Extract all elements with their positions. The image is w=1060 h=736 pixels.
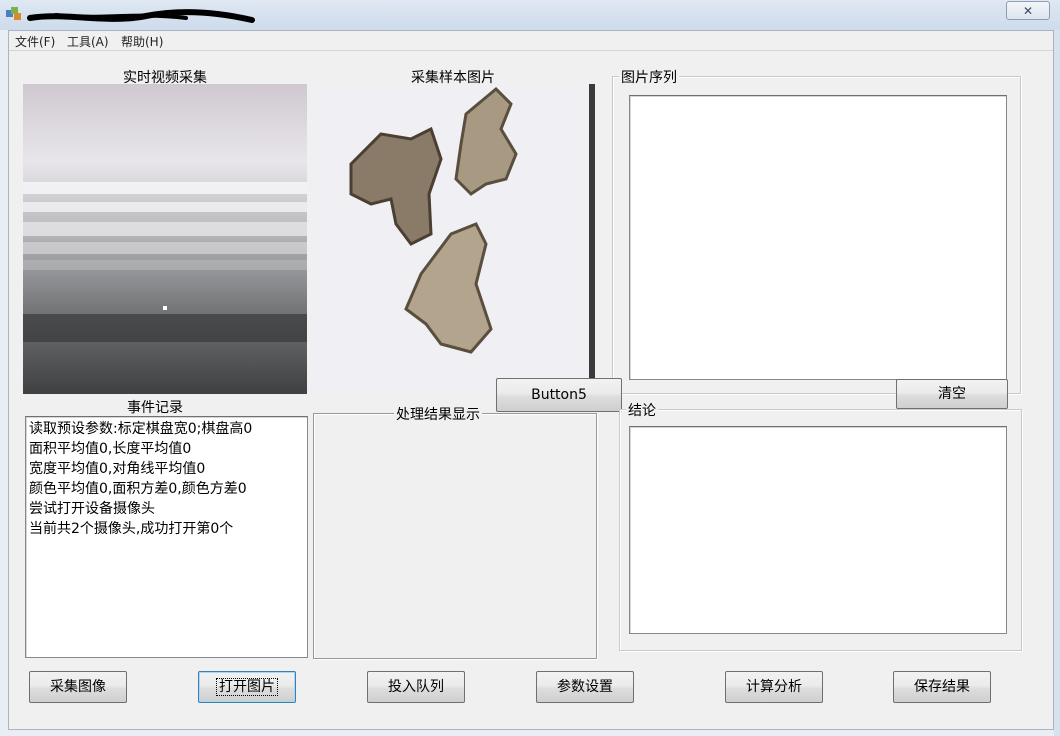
- save-button[interactable]: 保存结果: [893, 671, 991, 703]
- settings-button-label: 参数设置: [557, 679, 613, 695]
- window-edge: [1054, 30, 1060, 736]
- event-log-list[interactable]: 读取预设参数:标定棋盘宽0;棋盘高0 面积平均值0,长度平均值0 宽度平均值0,…: [25, 416, 308, 658]
- log-line: 读取预设参数:标定棋盘宽0;棋盘高0: [29, 421, 253, 437]
- clear-button-label: 清空: [938, 386, 966, 402]
- app-icon: [6, 7, 21, 20]
- close-icon: ✕: [1022, 4, 1034, 18]
- menu-bar: 文件(F) 工具(A) 帮助(H): [9, 31, 1053, 51]
- log-line: 当前共2个摄像头,成功打开第0个: [29, 521, 234, 537]
- enqueue-button[interactable]: 投入队列: [367, 671, 465, 703]
- open-image-button[interactable]: 打开图片: [198, 671, 296, 703]
- title-bar: ✕: [0, 0, 1060, 30]
- live-video-feed: [23, 84, 307, 394]
- save-button-label: 保存结果: [914, 679, 970, 695]
- analyze-button[interactable]: 计算分析: [725, 671, 823, 703]
- log-line: 尝试打开设备摄像头: [29, 501, 155, 517]
- log-line: 颜色平均值0,面积方差0,颜色方差0: [29, 481, 247, 497]
- close-button[interactable]: ✕: [1006, 1, 1050, 20]
- event-log-label: 事件记录: [127, 400, 183, 416]
- analyze-button-label: 计算分析: [746, 679, 802, 695]
- clear-button[interactable]: 清空: [896, 379, 1008, 409]
- settings-button[interactable]: 参数设置: [536, 671, 634, 703]
- log-line: 宽度平均值0,对角线平均值0: [29, 461, 206, 477]
- button5-label: Button5: [531, 387, 587, 403]
- capture-button[interactable]: 采集图像: [29, 671, 127, 703]
- redacted-title: [27, 9, 255, 23]
- image-sequence-list[interactable]: [629, 95, 1007, 380]
- conclusion-label: 结论: [626, 400, 658, 420]
- processing-result-group: 处理结果显示: [313, 404, 597, 659]
- log-line: 面积平均值0,长度平均值0: [29, 441, 192, 457]
- menu-help[interactable]: 帮助(H): [121, 33, 163, 50]
- open-image-button-label: 打开图片: [216, 678, 278, 696]
- sample-image: [311, 84, 595, 394]
- conclusion-list[interactable]: [629, 426, 1007, 634]
- capture-button-label: 采集图像: [50, 679, 106, 695]
- image-sequence-label: 图片序列: [619, 67, 679, 87]
- processing-result-label: 处理结果显示: [394, 404, 482, 424]
- menu-tools[interactable]: 工具(A): [67, 33, 109, 50]
- main-window: 文件(F) 工具(A) 帮助(H) 实时视频采集 采集样本图片 图片序列 But…: [8, 30, 1054, 730]
- menu-file[interactable]: 文件(F): [15, 33, 55, 50]
- button5[interactable]: Button5: [496, 378, 622, 412]
- enqueue-button-label: 投入队列: [388, 679, 444, 695]
